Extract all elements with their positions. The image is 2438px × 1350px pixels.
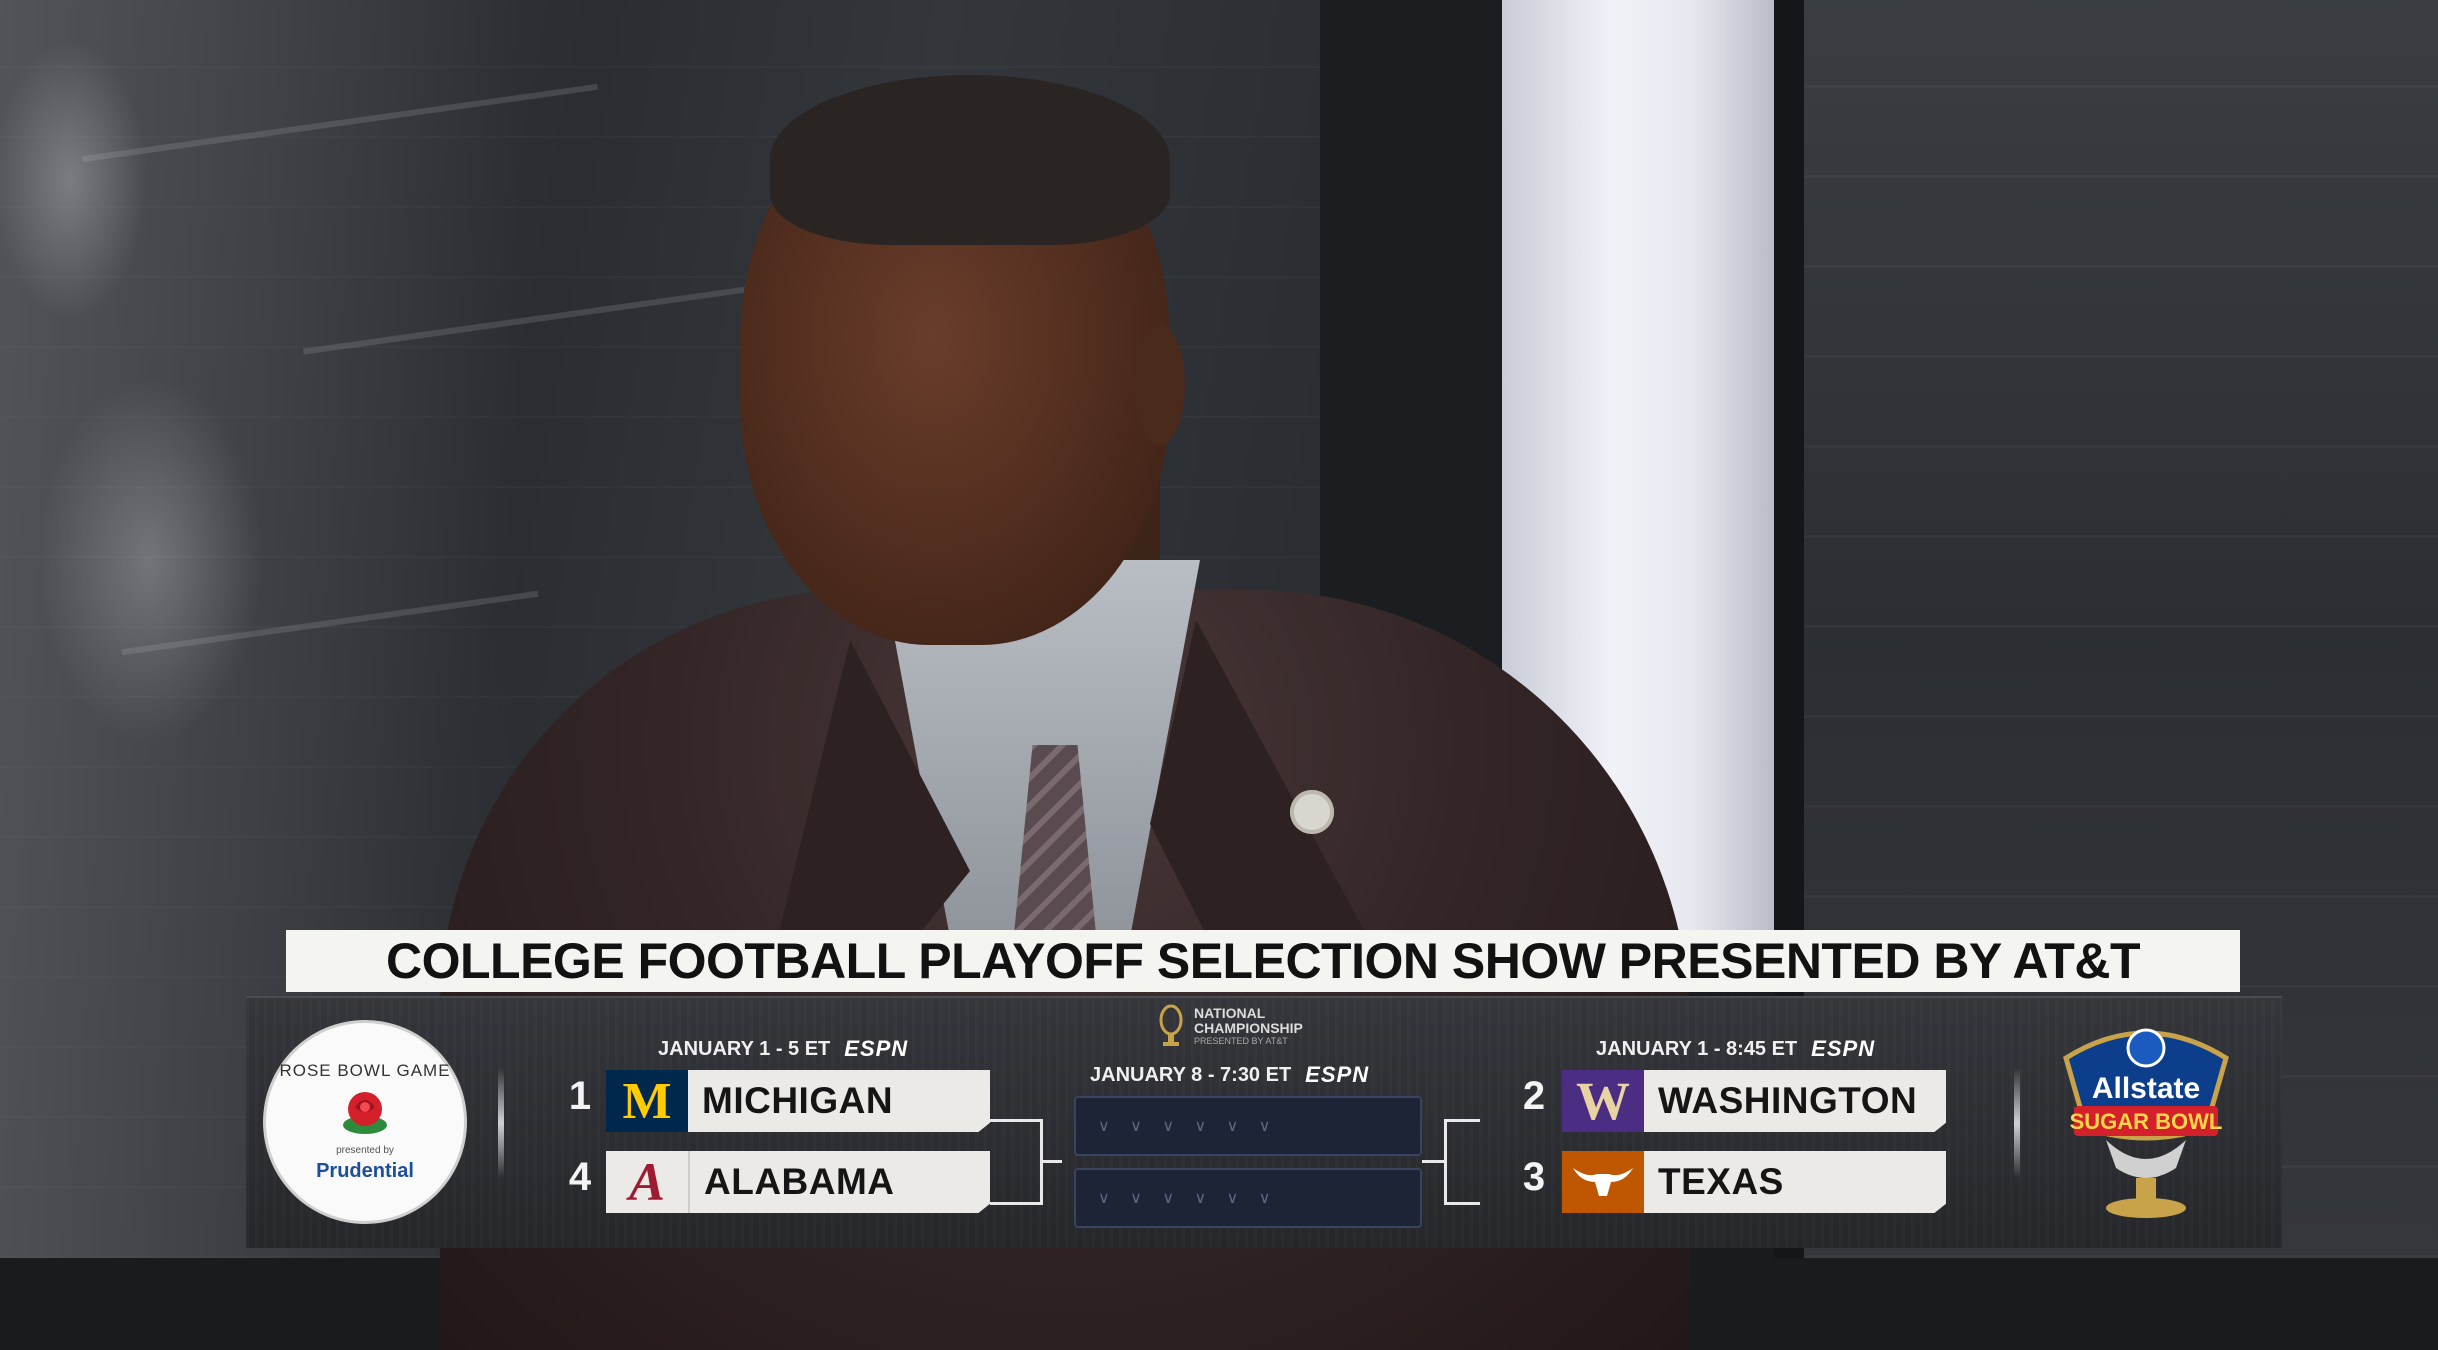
analyst-hair bbox=[770, 75, 1170, 245]
washington-logo-icon: W bbox=[1562, 1070, 1644, 1132]
bracket-connector bbox=[990, 1119, 1040, 1122]
rose-bowl-logo: ROSE BOWL GAME presented by Prudential bbox=[266, 1023, 464, 1221]
sponsor-prudential: Prudential bbox=[316, 1160, 414, 1182]
michigan-logo-icon: M bbox=[606, 1070, 688, 1132]
sugar-bowl-date-label: JANUARY 1 - 8:45 ET ESPN bbox=[1596, 1036, 1875, 1062]
espn-logo: ESPN bbox=[1305, 1062, 1370, 1087]
nc-title-line2: CHAMPIONSHIP bbox=[1194, 1020, 1303, 1036]
sugar-bowl-date: JANUARY 1 - 8:45 ET bbox=[1596, 1037, 1798, 1060]
nc-title-line1: NATIONAL bbox=[1194, 1005, 1266, 1021]
bracket-connector bbox=[1422, 1160, 1444, 1163]
sugar-bowl-sponsor: Allstate bbox=[2092, 1072, 2200, 1105]
bracket-connector bbox=[990, 1202, 1040, 1205]
team-plate-washington: W WASHINGTON bbox=[1562, 1070, 1946, 1132]
analyst-ear bbox=[1135, 325, 1185, 445]
championship-date-label: JANUARY 8 - 7:30 ET ESPN bbox=[1090, 1062, 1369, 1088]
championship-slot-bottom: ∨ ∨ ∨ ∨ ∨ ∨ bbox=[1074, 1168, 1422, 1228]
headline-banner: COLLEGE FOOTBALL PLAYOFF SELECTION SHOW … bbox=[286, 930, 2240, 992]
bracket-connector bbox=[1444, 1202, 1480, 1205]
championship-date: JANUARY 8 - 7:30 ET bbox=[1090, 1063, 1292, 1086]
nc-presented-by: PRESENTED BY AT&T bbox=[1194, 1036, 1288, 1046]
rose-icon bbox=[343, 1092, 387, 1134]
national-championship-logo: NATIONAL CHAMPIONSHIP PRESENTED BY AT&T bbox=[1156, 1004, 1303, 1048]
rose-bowl-title: ROSE BOWL GAME bbox=[279, 1061, 451, 1080]
seed-michigan: 1 bbox=[568, 1074, 592, 1118]
separator-mark bbox=[498, 1068, 504, 1178]
espn-logo: ESPN bbox=[1811, 1036, 1876, 1061]
team-name-washington: WASHINGTON bbox=[1658, 1080, 1918, 1121]
bracket-connector bbox=[1444, 1119, 1447, 1205]
seed-texas: 3 bbox=[1522, 1155, 1546, 1199]
seed-washington: 2 bbox=[1522, 1074, 1546, 1118]
alabama-logo-icon: A bbox=[606, 1151, 690, 1213]
seed-alabama: 4 bbox=[568, 1155, 592, 1199]
team-name-texas: TEXAS bbox=[1658, 1161, 1784, 1202]
team-plate-texas: TEXAS bbox=[1562, 1151, 1946, 1213]
sugar-bowl-trophy-icon bbox=[2126, 1028, 2166, 1068]
sugar-bowl-logo: Allstate SUGAR BOWL bbox=[2063, 1028, 2229, 1218]
team-plate-alabama: A ALABAMA bbox=[606, 1151, 990, 1213]
sugar-bowl-name: SUGAR BOWL bbox=[2070, 1109, 2223, 1134]
bracket-connector bbox=[1444, 1119, 1480, 1122]
bracket-connector bbox=[1040, 1160, 1062, 1163]
team-name-michigan: MICHIGAN bbox=[702, 1080, 894, 1121]
team-plate-michigan: M MICHIGAN bbox=[606, 1070, 990, 1132]
espn-logo: ESPN bbox=[844, 1036, 909, 1061]
cfp-trophy-icon bbox=[1159, 1004, 1183, 1046]
longhorn-icon bbox=[1562, 1151, 1644, 1213]
lapel-pin-icon bbox=[1290, 790, 1334, 834]
championship-slot-top: ∨ ∨ ∨ ∨ ∨ ∨ bbox=[1074, 1096, 1422, 1156]
separator-mark bbox=[2014, 1068, 2020, 1178]
rose-bowl-date: JANUARY 1 - 5 ET bbox=[658, 1037, 831, 1060]
playoff-bracket-bar: ROSE BOWL GAME presented by Prudential J… bbox=[246, 996, 2282, 1248]
rose-bowl-date-label: JANUARY 1 - 5 ET ESPN bbox=[658, 1036, 908, 1062]
team-name-alabama: ALABAMA bbox=[704, 1161, 895, 1202]
presented-by-label: presented by bbox=[336, 1145, 394, 1156]
